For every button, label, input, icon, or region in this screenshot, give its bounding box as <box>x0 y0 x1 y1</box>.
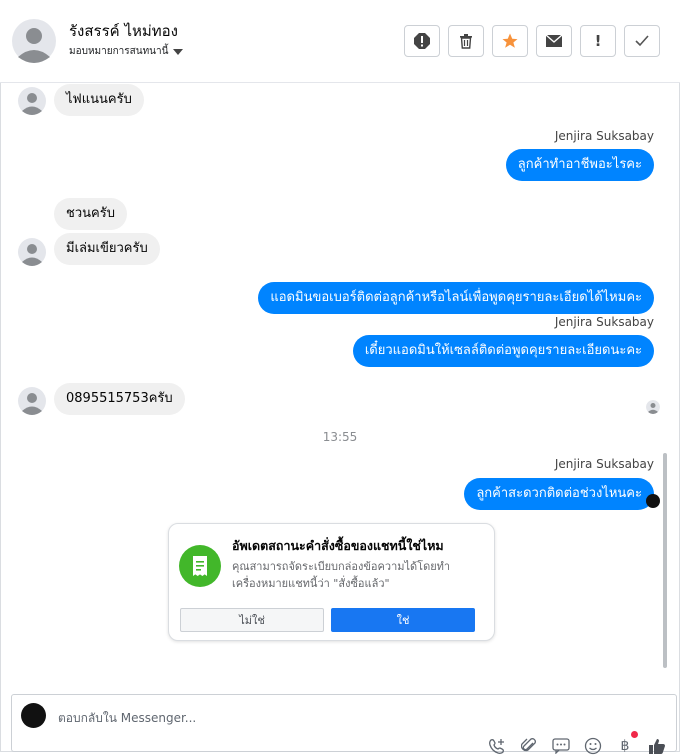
seen-avatar-icon <box>646 400 660 414</box>
reply-composer[interactable]: ตอบกลับใน Messenger... ฿ <box>11 694 677 755</box>
exclamation-icon: ! <box>594 32 602 50</box>
saved-replies-icon[interactable] <box>552 737 570 755</box>
assign-label: มอบหมายการสนทนานี้ <box>69 46 169 57</box>
delete-button[interactable] <box>448 25 484 57</box>
contact-avatar[interactable] <box>12 19 56 63</box>
page-avatar <box>21 703 46 728</box>
scrollbar[interactable] <box>663 453 667 668</box>
prompt-description: คุณสามารถจัดระเบียบกล่องข้อความได้โดยทำเ… <box>232 560 451 590</box>
message-bubble-incoming[interactable]: 0895515753ครับ <box>54 383 185 415</box>
header-actions: ! <box>404 25 660 57</box>
star-icon <box>502 33 518 48</box>
spam-icon <box>414 33 430 49</box>
message-bubble-outgoing[interactable]: แอดมินขอเบอร์ติดต่อลูกค้าหรือไลน์เพื่อพู… <box>258 282 654 314</box>
page-avatar-icon <box>646 494 660 508</box>
yes-button[interactable]: ใช่ <box>331 608 475 632</box>
follow-up-button[interactable]: ! <box>580 25 616 57</box>
mail-icon <box>545 34 563 47</box>
star-button[interactable] <box>492 25 528 57</box>
emoji-icon[interactable] <box>584 737 602 755</box>
mark-done-button[interactable] <box>624 25 660 57</box>
notification-dot <box>631 731 638 738</box>
caret-down-icon <box>173 48 184 55</box>
payment-icon[interactable]: ฿ <box>616 731 638 755</box>
conversation-header: รังสรรค์ ไหม่ทอง มอบหมายการสนทนานี้ ! <box>0 0 680 83</box>
like-icon[interactable] <box>648 737 666 755</box>
checkmark-icon <box>635 35 649 47</box>
add-call-icon[interactable] <box>488 737 506 755</box>
assign-conversation-dropdown[interactable]: มอบหมายการสนทนานี้ <box>69 44 184 59</box>
mark-spam-button[interactable] <box>404 25 440 57</box>
contact-name[interactable]: รังสรรค์ ไหม่ทอง <box>69 19 178 43</box>
message-bubble-incoming[interactable]: มีเล่มเขียวครับ <box>54 233 160 265</box>
mark-unread-button[interactable] <box>536 25 572 57</box>
no-button[interactable]: ไม่ใช่ <box>180 608 324 632</box>
sender-avatar[interactable] <box>18 387 46 415</box>
sender-name: Jenjira Suksabay <box>554 315 654 329</box>
attachment-icon[interactable] <box>520 737 538 755</box>
receipt-icon <box>179 545 221 587</box>
prompt-title: อัพเดตสถานะคำสั่งซื้อของแชทนี้ใช่ไหม <box>232 538 444 553</box>
message-bubble-outgoing[interactable]: ลูกค้าสะดวกติดต่อช่วงไหนคะ <box>464 478 654 510</box>
message-bubble-incoming[interactable]: ชวนครับ <box>54 198 127 230</box>
message-timestamp: 13:55 <box>322 430 358 444</box>
message-bubble-outgoing[interactable]: เดี๋ยวแอดมินให้เซลล์ติดต่อพูดคุยรายละเอี… <box>352 335 654 367</box>
message-bubble-incoming[interactable]: ไฟแนนครับ <box>54 84 144 116</box>
order-status-prompt: อัพเดตสถานะคำสั่งซื้อของแชทนี้ใช่ไหม คุณ… <box>168 523 495 641</box>
sender-name: Jenjira Suksabay <box>554 129 654 143</box>
message-bubble-outgoing[interactable]: ลูกค้าทำอาชีพอะไรคะ <box>505 149 654 181</box>
reply-input[interactable]: ตอบกลับใน Messenger... <box>58 709 196 728</box>
composer-toolbar: ฿ <box>488 731 666 755</box>
sender-name: Jenjira Suksabay <box>554 457 654 471</box>
trash-icon <box>460 34 472 49</box>
sender-avatar[interactable] <box>18 238 46 266</box>
sender-avatar[interactable] <box>18 87 46 115</box>
